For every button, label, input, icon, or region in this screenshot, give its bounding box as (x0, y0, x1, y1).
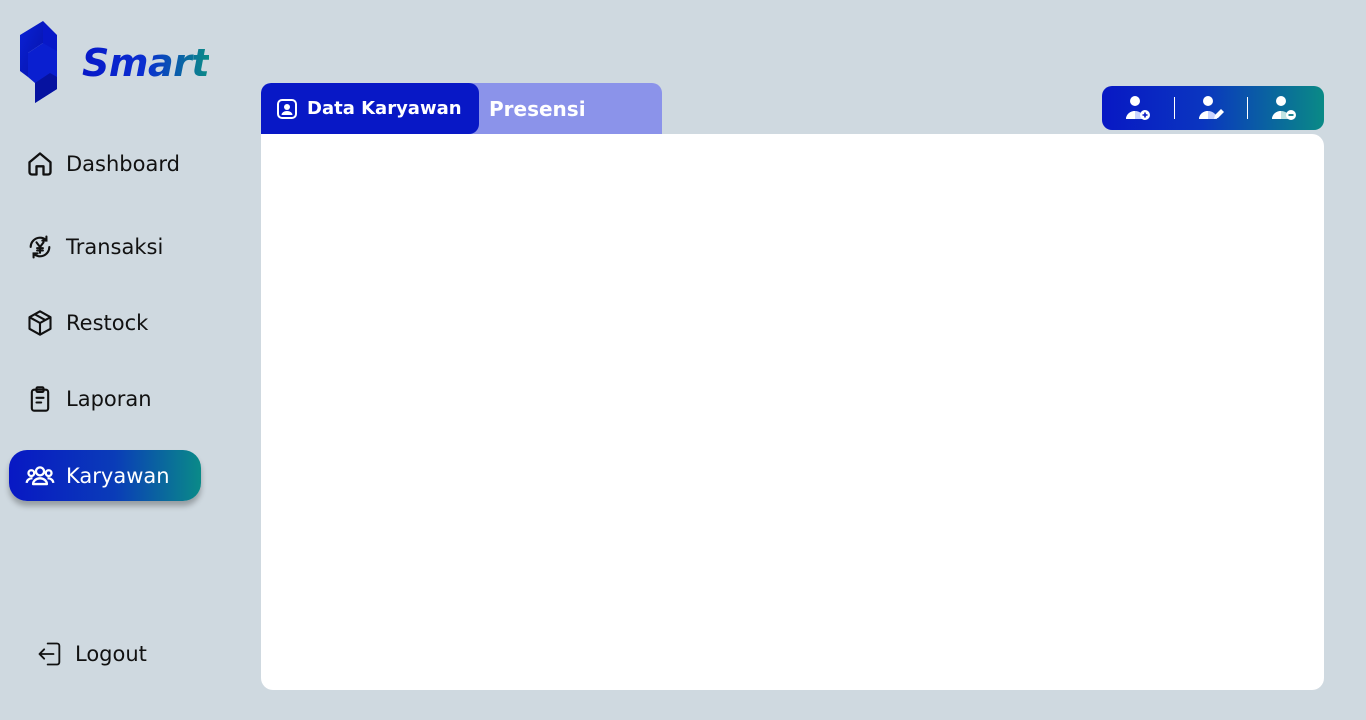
brand-logo: Smart (20, 21, 210, 103)
tab-label: Data Karyawan (307, 98, 462, 119)
box-icon (25, 308, 55, 338)
logout-icon (36, 640, 64, 668)
brand-name: Smart (82, 41, 210, 85)
smart-logo-icon (20, 21, 57, 103)
sidebar-item-label: Karyawan (66, 463, 170, 488)
sidebar-item-dashboard[interactable]: Dashboard (9, 138, 201, 189)
logout-label: Logout (75, 642, 147, 666)
home-icon (25, 149, 55, 179)
yen-exchange-icon (25, 232, 55, 262)
content-panel (261, 134, 1324, 690)
sidebar-item-label: Dashboard (66, 151, 180, 176)
edit-user-button[interactable] (1175, 86, 1247, 130)
user-remove-icon (1272, 96, 1296, 120)
tab-bar: Data Karyawan Presensi (261, 83, 662, 134)
users-icon (25, 461, 55, 491)
action-toolbar (1102, 86, 1324, 130)
sidebar-item-transaksi[interactable]: Transaksi (9, 221, 201, 272)
tab-data-karyawan[interactable]: Data Karyawan (261, 83, 479, 134)
sidebar-item-restock[interactable]: Restock (9, 297, 201, 348)
app-window: Smart Dashboard Transaksi Restock Lapora… (0, 0, 1366, 720)
clipboard-icon (25, 384, 55, 414)
tab-presensi[interactable]: Presensi (489, 83, 586, 134)
tab-label: Presensi (489, 96, 586, 121)
remove-user-button[interactable] (1248, 86, 1320, 130)
sidebar-item-laporan[interactable]: Laporan (9, 373, 201, 424)
id-badge-icon (276, 98, 298, 120)
logout-button[interactable]: Logout (36, 640, 147, 668)
sidebar-item-label: Restock (66, 310, 149, 335)
sidebar-item-label: Transaksi (66, 234, 164, 259)
sidebar-item-karyawan[interactable]: Karyawan (9, 450, 201, 501)
user-edit-icon (1199, 96, 1224, 119)
user-add-icon (1126, 96, 1150, 120)
add-user-button[interactable] (1102, 86, 1174, 130)
sidebar-item-label: Laporan (66, 386, 152, 411)
